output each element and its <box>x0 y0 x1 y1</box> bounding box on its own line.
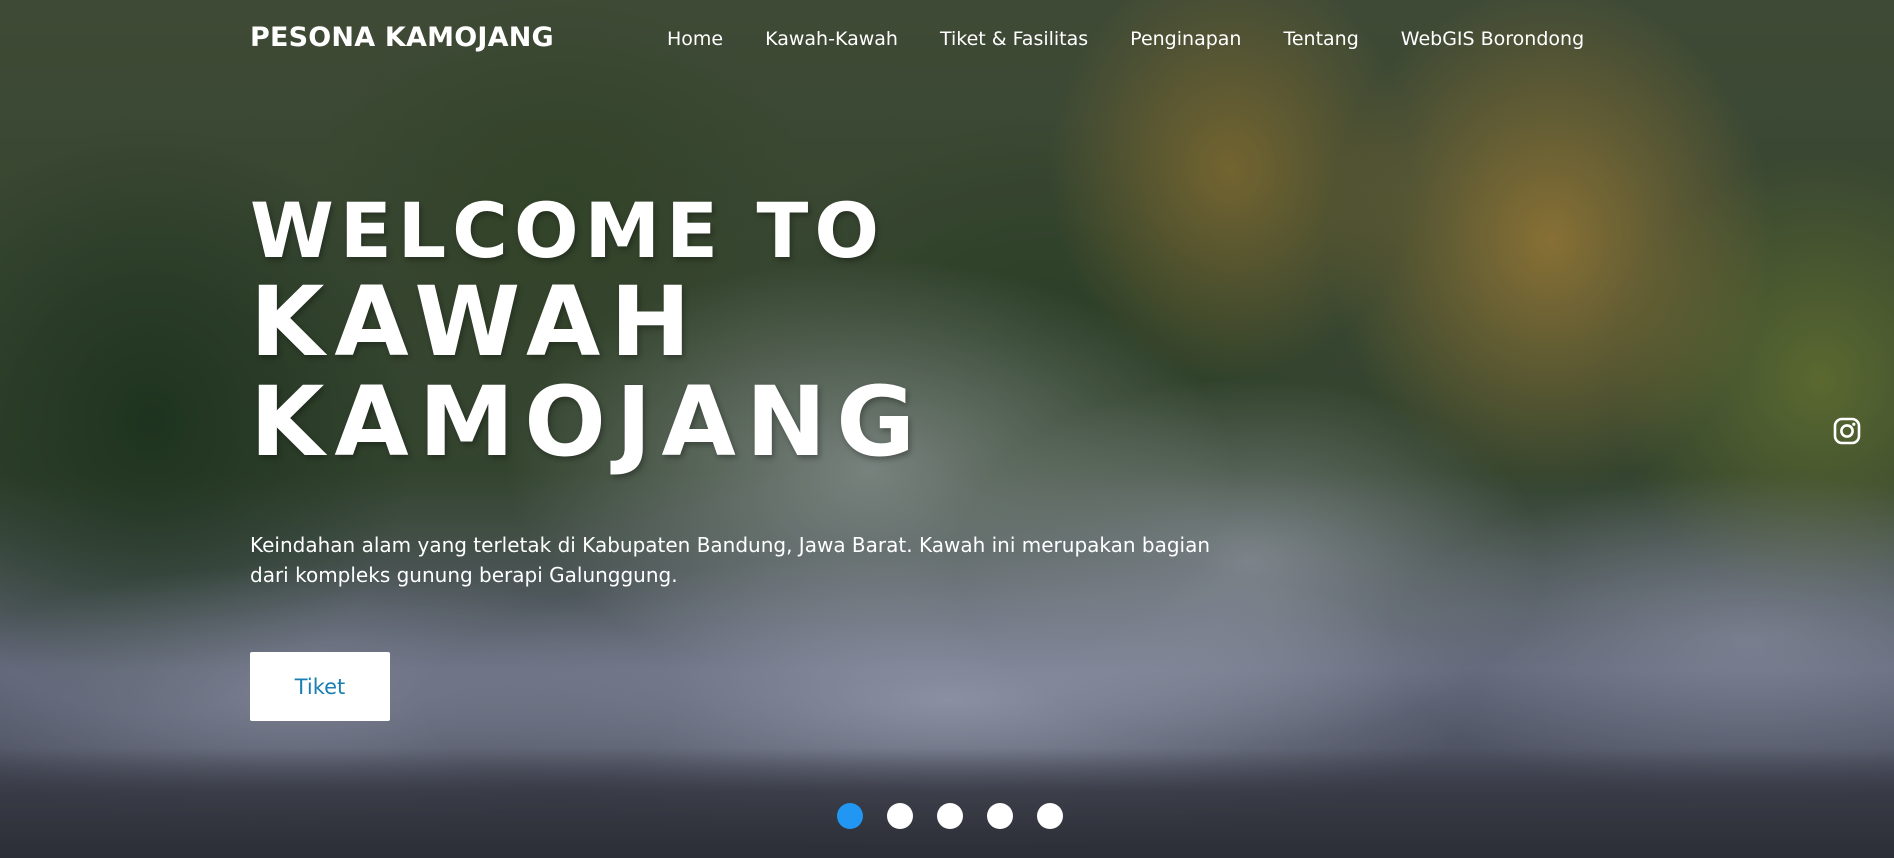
carousel-dot-4[interactable] <box>987 803 1013 829</box>
carousel-dot-1[interactable] <box>837 803 863 829</box>
nav-links: Home Kawah-Kawah Tiket & Fasilitas Pengi… <box>667 28 1584 50</box>
carousel-dot-3[interactable] <box>937 803 963 829</box>
instagram-icon-svg <box>1833 417 1861 445</box>
hero-title-welcome: WELCOME TO <box>250 186 886 275</box>
nav-link-webgis[interactable]: WebGIS Borondong <box>1401 28 1584 50</box>
hero-content: WELCOME TO KAWAH KAMOJANG Keindahan alam… <box>250 190 1250 590</box>
nav-link-home[interactable]: Home <box>667 28 723 50</box>
hero-title-kamojang: KAMOJANG <box>250 366 925 478</box>
carousel-indicators <box>837 803 1063 829</box>
navbar: PESONA KAMOJANG Home Kawah-Kawah Tiket &… <box>0 0 1894 80</box>
instagram-icon[interactable] <box>1833 417 1861 445</box>
hero-title-kawah: KAWAH <box>250 266 701 378</box>
hero-description: Keindahan alam yang terletak di Kabupate… <box>250 533 1211 587</box>
brand-logo[interactable]: PESONA KAMOJANG <box>250 22 554 53</box>
nav-link-tentang[interactable]: Tentang <box>1283 28 1358 50</box>
nav-link-penginapan[interactable]: Penginapan <box>1130 28 1241 50</box>
carousel-dot-2[interactable] <box>887 803 913 829</box>
carousel-dot-5[interactable] <box>1037 803 1063 829</box>
nav-link-tiket-fasilitas[interactable]: Tiket & Fasilitas <box>940 28 1088 50</box>
hero-section: PESONA KAMOJANG Home Kawah-Kawah Tiket &… <box>0 0 1894 858</box>
tiket-button[interactable]: Tiket <box>250 652 390 721</box>
nav-link-kawah[interactable]: Kawah-Kawah <box>765 28 898 50</box>
